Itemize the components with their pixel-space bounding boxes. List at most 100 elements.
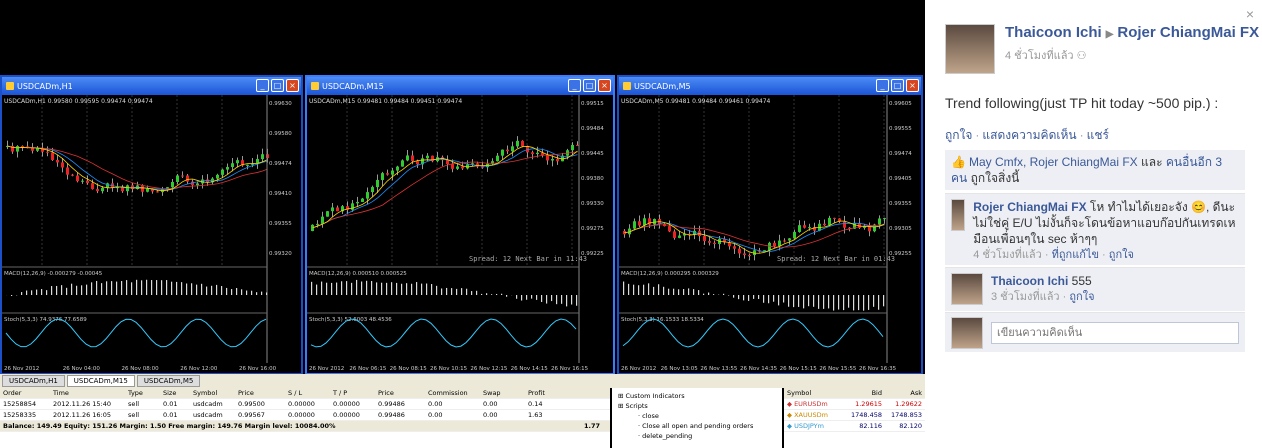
- table-row[interactable]: 15258854 2012.11.26 15:40 sell 0.01 usdcadm 0…: [0, 399, 610, 410]
- chart-window-icon: [623, 82, 631, 90]
- macd-bar: [266, 292, 268, 295]
- column-header: Bid: [871, 389, 882, 397]
- macd-bar: [623, 281, 625, 295]
- like-link[interactable]: ถูกใจ: [945, 128, 972, 142]
- maximize-icon[interactable]: □: [891, 79, 904, 92]
- candle-body: [401, 160, 404, 167]
- macd-bar: [61, 285, 63, 295]
- macd-bar: [391, 282, 393, 295]
- macd-bar: [86, 284, 88, 295]
- target-name[interactable]: Rojer ChiangMai FX: [1117, 24, 1259, 41]
- candle-body: [81, 180, 84, 182]
- chart-window-titlebar[interactable]: USDCADm,M5 _ □ ×: [619, 77, 921, 95]
- macd-bar: [361, 281, 363, 295]
- chart-window-h1[interactable]: USDCADm,H1 _ □ × USDCADm,H1 0.99580 0.9959…: [0, 75, 303, 375]
- navigator-item[interactable]: ⊞ Custom Indicators: [616, 391, 778, 401]
- candle-body: [426, 155, 429, 159]
- candle-body: [703, 236, 706, 242]
- spread-text: Spread: 12 Next Bar in 01:43: [777, 255, 895, 263]
- tab-usdcad-m15[interactable]: USDCADm,M15: [66, 375, 135, 387]
- close-icon[interactable]: ×: [286, 79, 299, 92]
- candle-body: [16, 146, 19, 152]
- column-header[interactable]: S / L: [285, 389, 330, 397]
- comment-author[interactable]: Thaicoon Ichi: [991, 274, 1068, 288]
- table-cell: 1.63: [528, 411, 543, 419]
- candle-body: [391, 170, 394, 175]
- chart-window-titlebar[interactable]: USDCADm,M15 _ □ ×: [307, 77, 613, 95]
- share-link[interactable]: แชร์: [1087, 128, 1109, 142]
- avatar: [951, 316, 983, 349]
- table-cell: 0.00: [428, 400, 443, 408]
- macd-bar: [411, 283, 413, 295]
- macd-bar: [693, 289, 695, 295]
- candle-body: [326, 211, 329, 217]
- candle-body: [246, 164, 249, 166]
- candle-body: [61, 162, 64, 168]
- tab-usdcad-m5[interactable]: USDCADm,M5: [136, 375, 201, 387]
- minimize-icon[interactable]: _: [568, 79, 581, 92]
- table-row[interactable]: ◆ XAUUSDm 1748.458 1748.853: [784, 410, 925, 421]
- column-header[interactable]: Order: [0, 389, 50, 397]
- avatar[interactable]: [951, 273, 983, 305]
- macd-bar: [26, 290, 28, 295]
- comment-like-link[interactable]: ถูกใจ: [1109, 249, 1134, 261]
- column-header[interactable]: Profit: [525, 389, 560, 397]
- chart-window-titlebar[interactable]: USDCADm,H1 _ □ ×: [2, 77, 301, 95]
- column-header[interactable]: Type: [125, 389, 160, 397]
- close-icon[interactable]: ×: [598, 79, 611, 92]
- table-cell: usdcadm: [193, 400, 223, 408]
- comment-input[interactable]: [991, 321, 1239, 344]
- macd-bar: [526, 295, 528, 300]
- avatar[interactable]: [945, 24, 995, 74]
- macd-bar: [156, 280, 158, 295]
- table-cell: 82.120: [899, 422, 922, 430]
- maximize-icon[interactable]: □: [583, 79, 596, 92]
- candle-body: [396, 166, 399, 171]
- candle-body: [788, 238, 791, 241]
- minimize-icon[interactable]: _: [256, 79, 269, 92]
- column-header[interactable]: Price: [375, 389, 425, 397]
- table-row[interactable]: ◆ USDJPYm 82.116 82.120: [784, 421, 925, 432]
- minimize-icon[interactable]: _: [876, 79, 889, 92]
- avatar[interactable]: [951, 199, 966, 231]
- edited-link[interactable]: ที่ถูกแก้ไข: [1052, 249, 1099, 261]
- navigator-item[interactable]: · delete_pending: [616, 431, 778, 441]
- macd-label: MACD(12,26,9) -0.000279 -0.00045: [4, 271, 103, 277]
- candle-body: [643, 218, 646, 226]
- table-cell: usdcadm: [193, 411, 223, 419]
- table-cell: 0.01: [163, 400, 178, 408]
- price-tick-label: 0.99605: [889, 101, 912, 107]
- table-cell: 15258335: [3, 411, 37, 419]
- comment-link[interactable]: แสดงความคิดเห็น: [982, 128, 1076, 142]
- macd-bar: [546, 295, 548, 304]
- post-time[interactable]: 4 ชั่วโมงที่แล้ว: [1005, 50, 1074, 62]
- column-header[interactable]: Swap: [480, 389, 525, 397]
- table-cell: 0.01: [163, 411, 178, 419]
- comment-time[interactable]: 4 ชั่วโมงที่แล้ว: [973, 249, 1042, 261]
- column-header[interactable]: Price: [235, 389, 285, 397]
- tab-usdcad-h1[interactable]: USDCADm,H1: [2, 375, 65, 387]
- macd-bar: [176, 281, 178, 295]
- chart-window-m5[interactable]: USDCADm,M5 _ □ × USDCADm,M5 0.99481 0.9948…: [617, 75, 923, 375]
- comment-author[interactable]: Rojer ChiangMai FX: [973, 200, 1086, 214]
- author-name[interactable]: Thaicoon Ichi: [1005, 24, 1102, 41]
- close-icon[interactable]: ×: [1246, 6, 1254, 22]
- close-icon[interactable]: ×: [906, 79, 919, 92]
- macd-bar: [838, 295, 840, 310]
- likers-link[interactable]: May Cmfx, Rojer ChiangMai FX: [969, 155, 1138, 169]
- macd-bar: [803, 295, 805, 309]
- column-header[interactable]: Time: [50, 389, 125, 397]
- column-header[interactable]: Size: [160, 389, 190, 397]
- table-row[interactable]: 15258335 2012.11.26 16:05 sell 0.01 usdcadm 0…: [0, 410, 610, 421]
- maximize-icon[interactable]: □: [271, 79, 284, 92]
- navigator-item[interactable]: · close: [616, 411, 778, 421]
- chart-window-m15[interactable]: USDCADm,M15 _ □ × USDCADm,M15 0.99481 0.99…: [305, 75, 615, 375]
- column-header[interactable]: Symbol: [190, 389, 235, 397]
- navigator-item[interactable]: ⊞ Scripts: [616, 401, 778, 411]
- comment-like-link[interactable]: ถูกใจ: [1069, 291, 1094, 303]
- column-header[interactable]: Commission: [425, 389, 480, 397]
- navigator-item[interactable]: · Close all open and pending orders: [616, 421, 778, 431]
- table-row[interactable]: ◆ EURUSDm 1.29615 1.29622: [784, 399, 925, 410]
- comment-time[interactable]: 3 ชั่วโมงที่แล้ว: [991, 291, 1060, 303]
- column-header[interactable]: T / P: [330, 389, 375, 397]
